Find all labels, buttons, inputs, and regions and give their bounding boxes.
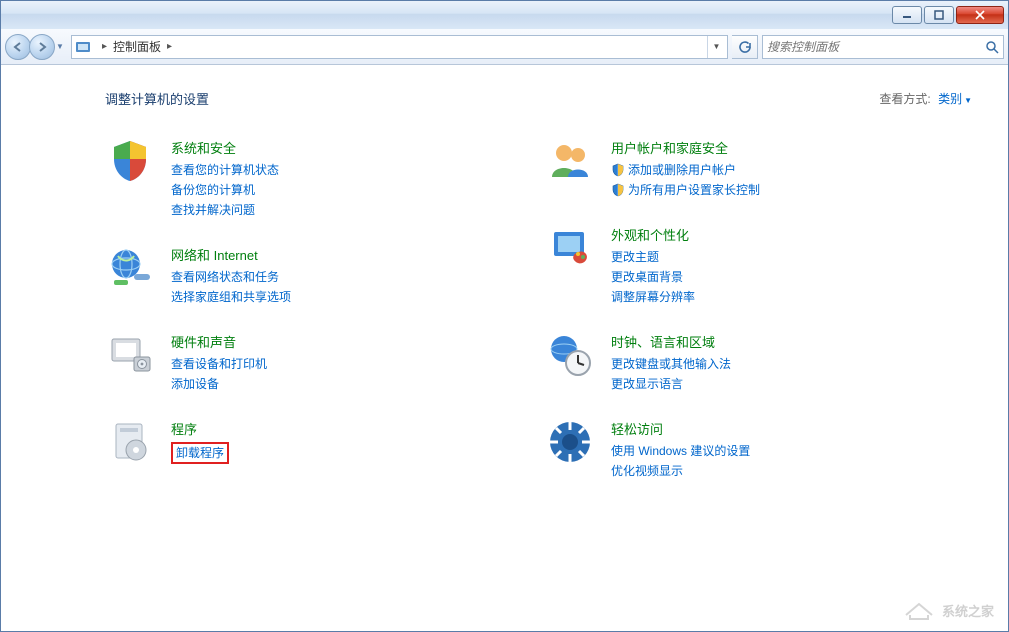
- users-icon[interactable]: [545, 136, 595, 186]
- category-link[interactable]: 更改显示语言: [611, 375, 731, 392]
- category-link[interactable]: 使用 Windows 建议的设置: [611, 442, 750, 459]
- category-link-label: 使用 Windows 建议的设置: [611, 442, 750, 459]
- category-link[interactable]: 卸载程序: [171, 442, 229, 464]
- category-column: 系统和安全查看您的计算机状态备份您的计算机查找并解决问题网络和 Internet…: [105, 136, 465, 504]
- category-link[interactable]: 更改桌面背景: [611, 268, 695, 285]
- category-link-label: 查找并解决问题: [171, 201, 255, 218]
- category-programs: 程序卸载程序: [105, 417, 465, 467]
- content-header: 调整计算机的设置 查看方式: 类别▼: [105, 89, 972, 108]
- clock-icon[interactable]: [545, 330, 595, 380]
- category-grid: 系统和安全查看您的计算机状态备份您的计算机查找并解决问题网络和 Internet…: [105, 136, 972, 504]
- titlebar: [1, 1, 1008, 29]
- category-system-security: 系统和安全查看您的计算机状态备份您的计算机查找并解决问题: [105, 136, 465, 221]
- content-area: 调整计算机的设置 查看方式: 类别▼ 系统和安全查看您的计算机状态备份您的计算机…: [1, 65, 1008, 631]
- category-title[interactable]: 外观和个性化: [611, 225, 695, 244]
- forward-button[interactable]: [29, 34, 55, 60]
- category-link-label: 优化视频显示: [611, 462, 683, 479]
- category-link-label: 查看网络状态和任务: [171, 268, 279, 285]
- category-link[interactable]: 调整屏幕分辨率: [611, 288, 695, 305]
- appearance-icon[interactable]: [545, 223, 595, 273]
- category-link-label: 选择家庭组和共享选项: [171, 288, 291, 305]
- category-link-label: 卸载程序: [176, 446, 224, 460]
- category-network: 网络和 Internet 查看网络状态和任务选择家庭组和共享选项: [105, 243, 465, 308]
- category-link-label: 为所有用户设置家长控制: [628, 181, 760, 198]
- search-icon[interactable]: [985, 40, 999, 54]
- category-title[interactable]: 网络和 Internet: [171, 245, 291, 264]
- breadcrumb-sep-icon: ▸: [167, 41, 172, 52]
- system-security-icon[interactable]: [105, 136, 155, 186]
- category-link[interactable]: 为所有用户设置家长控制: [611, 181, 760, 198]
- category-link-label: 备份您的计算机: [171, 181, 255, 198]
- programs-icon[interactable]: [105, 417, 155, 467]
- category-ease: 轻松访问使用 Windows 建议的设置优化视频显示: [545, 417, 905, 482]
- category-link[interactable]: 更改主题: [611, 248, 695, 265]
- category-body: 硬件和声音查看设备和打印机添加设备: [171, 330, 267, 395]
- category-link[interactable]: 添加或删除用户帐户: [611, 161, 760, 178]
- shield-icon: [611, 183, 625, 197]
- category-body: 用户帐户和家庭安全添加或删除用户帐户为所有用户设置家长控制: [611, 136, 760, 201]
- category-link[interactable]: 查看您的计算机状态: [171, 161, 279, 178]
- category-link-label: 查看设备和打印机: [171, 355, 267, 372]
- address-history-button[interactable]: ▼: [707, 36, 725, 58]
- nav-buttons: ▼: [5, 34, 67, 60]
- category-link[interactable]: 优化视频显示: [611, 462, 750, 479]
- maximize-button[interactable]: [924, 6, 954, 24]
- back-button[interactable]: [5, 34, 31, 60]
- breadcrumb-sep-icon: ▸: [102, 41, 107, 52]
- minimize-button[interactable]: [892, 6, 922, 24]
- category-column: 用户帐户和家庭安全添加或删除用户帐户为所有用户设置家长控制外观和个性化更改主题更…: [545, 136, 905, 504]
- category-clock: 时钟、语言和区域更改键盘或其他输入法更改显示语言: [545, 330, 905, 395]
- highlight-box: 卸载程序: [171, 442, 229, 464]
- category-body: 网络和 Internet 查看网络状态和任务选择家庭组和共享选项: [171, 243, 291, 308]
- category-users: 用户帐户和家庭安全添加或删除用户帐户为所有用户设置家长控制: [545, 136, 905, 201]
- category-title[interactable]: 轻松访问: [611, 419, 750, 438]
- category-appearance: 外观和个性化更改主题更改桌面背景调整屏幕分辨率: [545, 223, 905, 308]
- ease-icon[interactable]: [545, 417, 595, 467]
- address-bar[interactable]: ▸ 控制面板 ▸ ▼: [71, 35, 728, 59]
- page-title: 调整计算机的设置: [105, 89, 209, 108]
- category-title[interactable]: 用户帐户和家庭安全: [611, 138, 760, 157]
- view-mode: 查看方式: 类别▼: [879, 90, 972, 107]
- category-title[interactable]: 系统和安全: [171, 138, 279, 157]
- navbar: ▼ ▸ 控制面板 ▸ ▼: [1, 29, 1008, 65]
- category-link-label: 更改显示语言: [611, 375, 683, 392]
- category-link-label: 更改键盘或其他输入法: [611, 355, 731, 372]
- category-body: 轻松访问使用 Windows 建议的设置优化视频显示: [611, 417, 750, 482]
- category-hardware: 硬件和声音查看设备和打印机添加设备: [105, 330, 465, 395]
- recent-locations-button[interactable]: ▼: [53, 36, 67, 58]
- category-link-label: 添加或删除用户帐户: [628, 161, 736, 178]
- category-title[interactable]: 时钟、语言和区域: [611, 332, 731, 351]
- close-button[interactable]: [956, 6, 1004, 24]
- view-mode-label: 查看方式:: [879, 92, 930, 106]
- category-link-label: 更改主题: [611, 248, 659, 265]
- category-link-label: 添加设备: [171, 375, 219, 392]
- category-link[interactable]: 选择家庭组和共享选项: [171, 288, 291, 305]
- search-bar: [762, 35, 1004, 59]
- category-link-label: 更改桌面背景: [611, 268, 683, 285]
- category-body: 外观和个性化更改主题更改桌面背景调整屏幕分辨率: [611, 223, 695, 308]
- category-link[interactable]: 查看网络状态和任务: [171, 268, 291, 285]
- window-frame: ▼ ▸ 控制面板 ▸ ▼ 调整计算机的设置 查看方式:: [0, 0, 1009, 632]
- hardware-icon[interactable]: [105, 330, 155, 380]
- search-input[interactable]: [767, 40, 985, 54]
- control-panel-icon: [74, 38, 92, 56]
- category-title[interactable]: 硬件和声音: [171, 332, 267, 351]
- category-body: 程序卸载程序: [171, 417, 229, 467]
- category-body: 系统和安全查看您的计算机状态备份您的计算机查找并解决问题: [171, 136, 279, 221]
- category-body: 时钟、语言和区域更改键盘或其他输入法更改显示语言: [611, 330, 731, 395]
- category-link[interactable]: 添加设备: [171, 375, 267, 392]
- refresh-button[interactable]: [732, 35, 758, 59]
- view-mode-dropdown[interactable]: 类别▼: [938, 92, 972, 106]
- breadcrumb-segment[interactable]: 控制面板: [113, 38, 161, 55]
- category-link[interactable]: 查看设备和打印机: [171, 355, 267, 372]
- category-link-label: 调整屏幕分辨率: [611, 288, 695, 305]
- shield-icon: [611, 163, 625, 177]
- category-link-label: 查看您的计算机状态: [171, 161, 279, 178]
- network-icon[interactable]: [105, 243, 155, 293]
- category-title[interactable]: 程序: [171, 419, 229, 438]
- category-link[interactable]: 查找并解决问题: [171, 201, 279, 218]
- category-link[interactable]: 备份您的计算机: [171, 181, 279, 198]
- category-link[interactable]: 更改键盘或其他输入法: [611, 355, 731, 372]
- watermark: 系统之家: [902, 599, 994, 621]
